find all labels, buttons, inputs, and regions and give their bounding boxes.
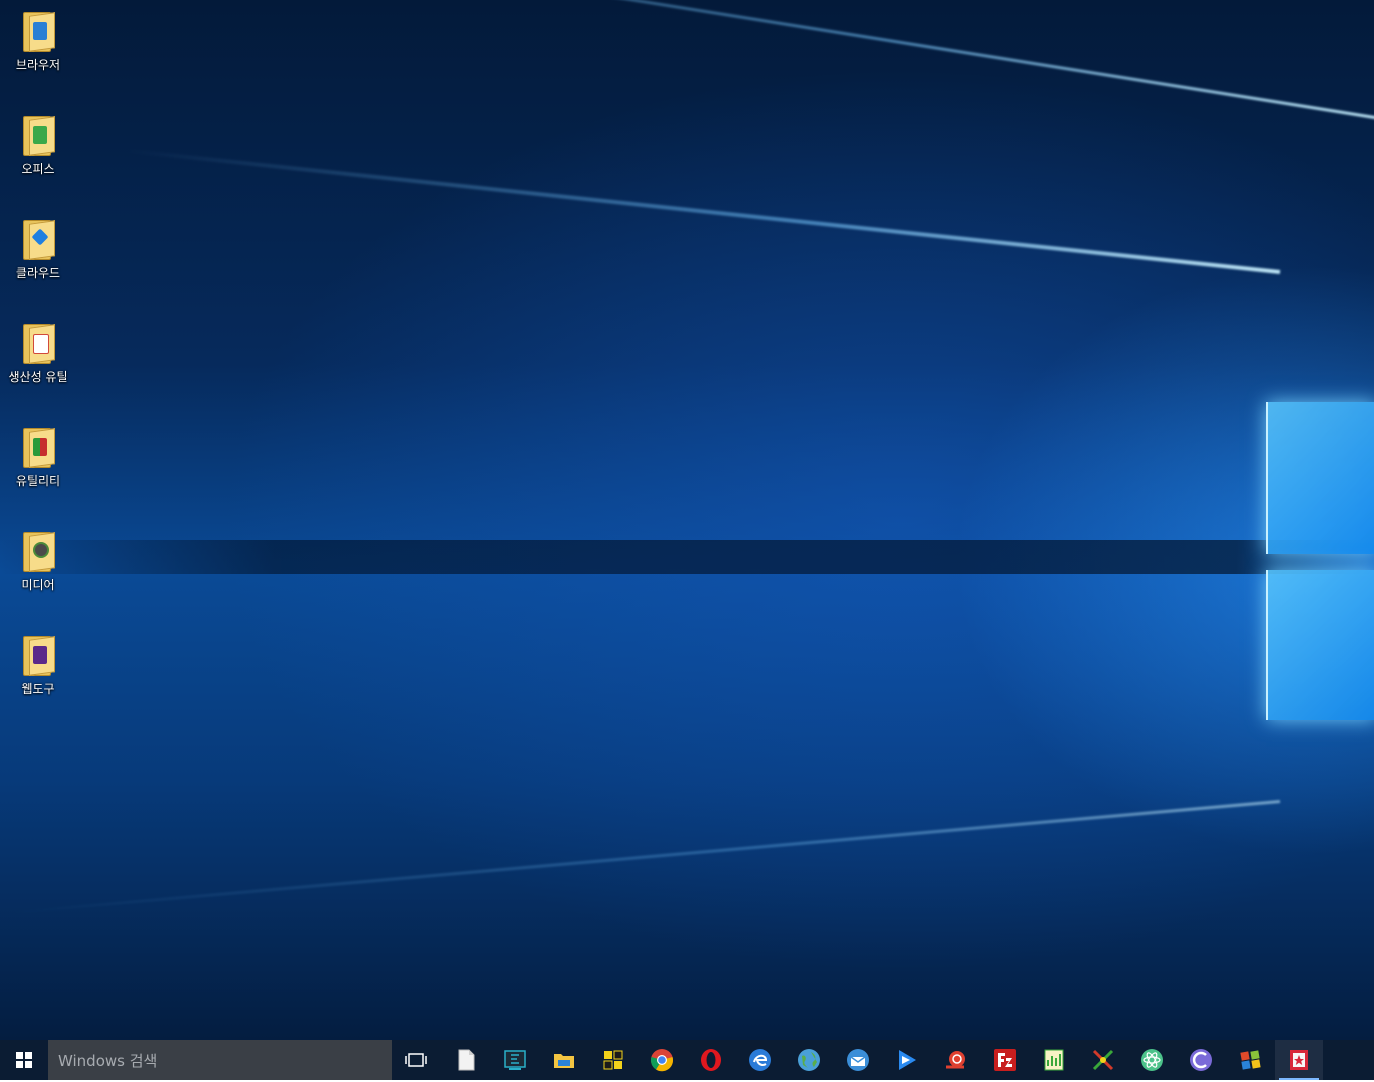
desktop-wallpaper: 브라우저 오피스 클라우드 생산성 유틸 유틸리티 미디어 웹도구 (0, 0, 1374, 1040)
media-badge-icon (33, 542, 49, 558)
browser-blue-icon (749, 1049, 771, 1071)
window-light-pane-bottom (1266, 570, 1374, 720)
taskbar-app-browser[interactable] (736, 1040, 784, 1080)
desktop-folder-productivity[interactable]: 생산성 유틸 (0, 312, 76, 408)
desktop-folder-cloud[interactable]: 클라우드 (0, 208, 76, 304)
media-player-icon (899, 1050, 916, 1070)
folder-icon (23, 220, 55, 260)
search-input[interactable] (56, 1040, 390, 1082)
light-beam (126, 148, 1281, 274)
folder-icon (23, 636, 55, 676)
windows-tool-icon (1240, 1050, 1261, 1070)
taskbar-app-file-explorer[interactable] (540, 1040, 588, 1080)
globe-icon (798, 1049, 820, 1071)
editor-icon (504, 1050, 526, 1070)
taskbar-app-network-tool[interactable] (1079, 1040, 1127, 1080)
taskbar-app-snail[interactable] (932, 1040, 980, 1080)
desktop-icon-label: 클라우드 (15, 266, 61, 280)
snail-icon (946, 1051, 965, 1069)
taskbar-app-filezilla[interactable] (981, 1040, 1029, 1080)
taskbar-app-opera[interactable] (687, 1040, 735, 1080)
atom-icon (1141, 1049, 1163, 1071)
chrome-icon (650, 1049, 674, 1072)
folder-icon (23, 116, 55, 156)
taskbar-app-torrent[interactable] (1177, 1040, 1225, 1080)
window-light-pane-top (1266, 402, 1374, 554)
folder-icon (23, 12, 55, 52)
desktop-icon-label: 미디어 (21, 578, 55, 592)
document-icon (458, 1049, 475, 1071)
taskbar-app-editor[interactable] (491, 1040, 539, 1080)
puzzle-app-icon (603, 1050, 623, 1070)
desktop-folder-media[interactable]: 미디어 (0, 520, 76, 616)
filezilla-icon (994, 1049, 1016, 1071)
bookmark-app-icon (1290, 1050, 1308, 1070)
desktop-icon-label: 웹도구 (21, 682, 55, 696)
light-beam (115, 0, 1374, 123)
torrent-icon (1190, 1049, 1212, 1071)
taskbar-app-puzzle[interactable] (589, 1040, 637, 1080)
search-box[interactable] (48, 1040, 392, 1082)
taskbar-app-atom[interactable] (1128, 1040, 1176, 1080)
mail-client-icon (847, 1049, 869, 1071)
desktop-folder-utility[interactable]: 유틸리티 (0, 416, 76, 512)
network-tool-icon (1092, 1049, 1114, 1071)
windows-logo-icon (16, 1052, 32, 1068)
desktop-folder-webtools[interactable]: 웹도구 (0, 624, 76, 720)
taskbar-app-notepad-chart[interactable] (1030, 1040, 1078, 1080)
light-beam (4, 800, 1281, 915)
desktop-folder-office[interactable]: 오피스 (0, 104, 76, 200)
taskbar-app-chrome[interactable] (638, 1040, 686, 1080)
office-badge-icon (33, 126, 47, 144)
desktop-icon-label: 브라우저 (15, 58, 61, 72)
browser-badge-icon (33, 22, 47, 40)
taskbar-app-media-player[interactable] (883, 1040, 931, 1080)
task-view-icon (405, 1053, 427, 1067)
taskbar-app-windows-tool[interactable] (1226, 1040, 1274, 1080)
start-button[interactable] (0, 1040, 48, 1080)
taskbar-app-mail-client[interactable] (834, 1040, 882, 1080)
file-explorer-icon (554, 1054, 574, 1068)
webtools-badge-icon (33, 646, 47, 664)
folder-icon (23, 428, 55, 468)
desktop-icon-label: 생산성 유틸 (8, 370, 68, 384)
productivity-badge-icon (33, 334, 49, 354)
utility-badge-icon (33, 438, 47, 456)
desktop-icon-label: 오피스 (21, 162, 55, 176)
taskbar (0, 1040, 1374, 1082)
taskbar-app-document[interactable] (442, 1040, 490, 1080)
desktop-folder-browser[interactable]: 브라우저 (0, 0, 76, 96)
notepad-chart-icon (1044, 1049, 1064, 1071)
folder-icon (23, 532, 55, 572)
shadow-band (0, 540, 1374, 574)
desktop-icon-label: 유틸리티 (15, 474, 61, 488)
opera-icon (701, 1049, 721, 1071)
taskbar-app-bookmark[interactable] (1275, 1040, 1323, 1080)
task-view-button[interactable] (392, 1040, 440, 1080)
taskbar-app-globe[interactable] (785, 1040, 833, 1080)
folder-icon (23, 324, 55, 364)
